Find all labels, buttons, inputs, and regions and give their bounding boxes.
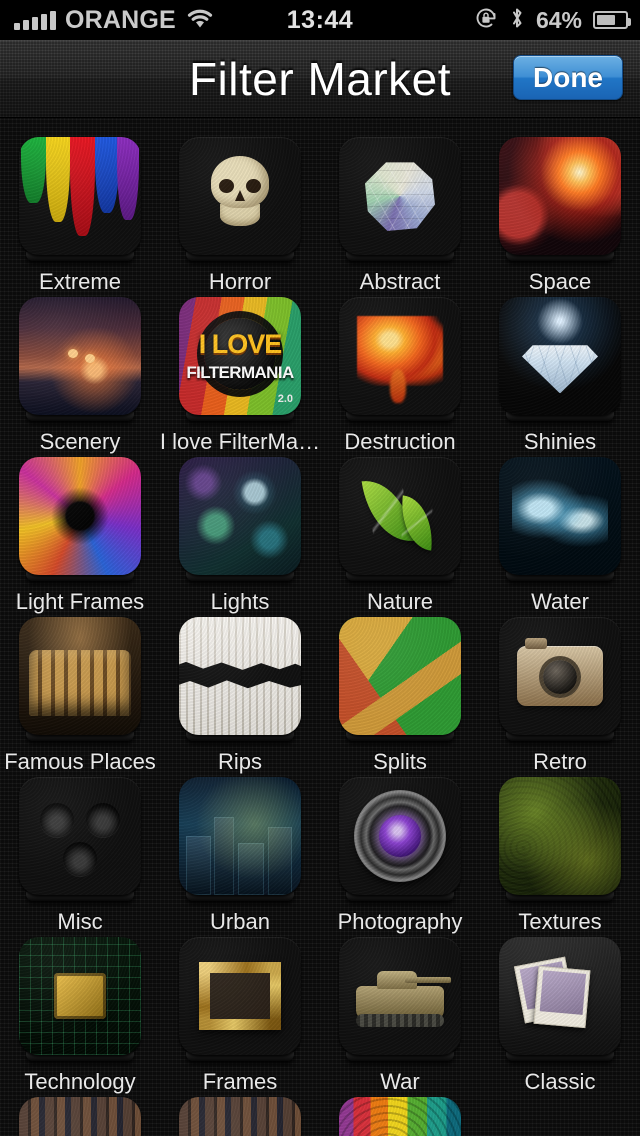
water-icon: [499, 457, 621, 575]
new-icon: NEW: [179, 1097, 301, 1136]
filter-pack-label: Textures: [518, 909, 602, 934]
horror-icon: [179, 137, 301, 255]
classic-icon: [499, 937, 621, 1055]
filter-pack-label: Shinies: [523, 429, 597, 454]
filter-pack-label: Technology: [24, 1069, 136, 1094]
base-icon: BASE: [19, 1097, 141, 1136]
filter-pack-label: Water: [531, 589, 589, 614]
status-bar: ORANGE 13:44 64%: [0, 0, 640, 40]
battery-percent-label: 64%: [535, 6, 582, 33]
rainbow-icon: [339, 1097, 461, 1136]
space-icon: [499, 137, 621, 255]
rips-icon: [179, 617, 301, 735]
filter-pack-label: Scenery: [39, 429, 121, 454]
filter-pack-frames[interactable]: Frames: [160, 937, 320, 1097]
filter-pack-horror[interactable]: Horror: [160, 137, 320, 297]
retro-icon: [499, 617, 621, 735]
filter-pack-lights[interactable]: Lights: [160, 457, 320, 617]
filter-pack-rips[interactable]: Rips: [160, 617, 320, 777]
filter-pack-technology[interactable]: Technology: [0, 937, 160, 1097]
filter-pack-label: I love FilterMa…: [159, 429, 321, 454]
frames-icon: [179, 937, 301, 1055]
filter-pack-label: Horror: [208, 269, 272, 294]
filter-pack-photography[interactable]: Photography: [320, 777, 480, 937]
filter-pack-abstract[interactable]: Abstract: [320, 137, 480, 297]
filter-pack-grid: Extreme Horror Abstract Space Scenery I …: [0, 118, 640, 1136]
light-frames-icon: [19, 457, 141, 575]
filter-pack-misc[interactable]: Misc: [0, 777, 160, 937]
filter-pack-label: Rips: [217, 749, 262, 774]
filter-pack-label: Abstract: [359, 269, 441, 294]
misc-icon: [19, 777, 141, 895]
filter-pack-label: Urban: [210, 909, 270, 934]
filter-pack-label: Misc: [57, 909, 103, 934]
filter-pack-label: Retro: [533, 749, 587, 774]
lights-icon: [179, 457, 301, 575]
app-screen: ORANGE 13:44 64% Filter Market Done Extr…: [0, 0, 640, 1136]
photography-icon: [339, 777, 461, 895]
nature-icon: [339, 457, 461, 575]
filter-pack-classic[interactable]: Classic: [480, 937, 640, 1097]
filter-pack-scenery[interactable]: Scenery: [0, 297, 160, 457]
filter-pack-label: Frames: [202, 1069, 278, 1094]
filter-pack-label: War: [380, 1069, 420, 1094]
filter-pack-label: Splits: [373, 749, 427, 774]
ilove-line1: I LOVE: [198, 328, 283, 359]
filter-pack-label: Lights: [210, 589, 270, 614]
filter-pack-textures[interactable]: Textures: [480, 777, 640, 937]
status-bar-right: 64%: [474, 0, 631, 40]
filter-pack-label: Destruction: [344, 429, 456, 454]
war-icon: [339, 937, 461, 1055]
battery-icon: [593, 11, 631, 29]
filter-pack-grid-scroll[interactable]: Extreme Horror Abstract Space Scenery I …: [0, 118, 640, 1136]
abstract-icon: [339, 137, 461, 255]
filter-pack-splits[interactable]: Splits: [320, 617, 480, 777]
navigation-bar: Filter Market Done: [0, 40, 640, 118]
destruction-icon: [339, 297, 461, 415]
filter-pack-base[interactable]: BASE: [0, 1097, 160, 1136]
filter-pack-new[interactable]: NEW: [160, 1097, 320, 1136]
filter-pack-label: Classic: [524, 1069, 596, 1094]
filter-pack-destruction[interactable]: Destruction: [320, 297, 480, 457]
extreme-icon: [19, 137, 141, 255]
clock-label: 13:44: [286, 5, 354, 34]
scenery-icon: [19, 297, 141, 415]
technology-icon: [19, 937, 141, 1055]
filter-pack-label: Space: [528, 269, 592, 294]
shinies-icon: [499, 297, 621, 415]
filter-pack-label: Extreme: [39, 269, 121, 294]
ilove-line3: 2.0: [277, 393, 293, 405]
ilove-line2: FILTERMANIA: [186, 363, 294, 383]
splits-icon: [339, 617, 461, 735]
textures-icon: [499, 777, 621, 895]
i-love-filtermania-icon: I LOVE FILTERMANIA 2.0: [179, 297, 301, 415]
filter-pack-label: Photography: [337, 909, 463, 934]
filter-pack-extreme[interactable]: Extreme: [0, 137, 160, 297]
filter-pack-nature[interactable]: Nature: [320, 457, 480, 617]
filter-pack-rainbow[interactable]: [320, 1097, 480, 1136]
filter-pack-label: Famous Places: [4, 749, 156, 774]
bluetooth-icon: [509, 6, 525, 35]
filter-pack-space[interactable]: Space: [480, 137, 640, 297]
rotation-lock-icon: [474, 6, 498, 35]
done-button[interactable]: Done: [513, 55, 623, 100]
urban-icon: [179, 777, 301, 895]
famous-places-icon: [19, 617, 141, 735]
filter-pack-retro[interactable]: Retro: [480, 617, 640, 777]
filter-pack-urban[interactable]: Urban: [160, 777, 320, 937]
filter-pack-light-frames[interactable]: Light Frames: [0, 457, 160, 617]
filter-pack-i-love-filtermania[interactable]: I LOVE FILTERMANIA 2.0 I love FilterMa…: [160, 297, 320, 457]
filter-pack-label: Light Frames: [15, 589, 145, 614]
filter-pack-water[interactable]: Water: [480, 457, 640, 617]
filter-pack-war[interactable]: War: [320, 937, 480, 1097]
filter-pack-shinies[interactable]: Shinies: [480, 297, 640, 457]
filter-pack-famous-places[interactable]: Famous Places: [0, 617, 160, 777]
filter-pack-label: Nature: [366, 589, 434, 614]
